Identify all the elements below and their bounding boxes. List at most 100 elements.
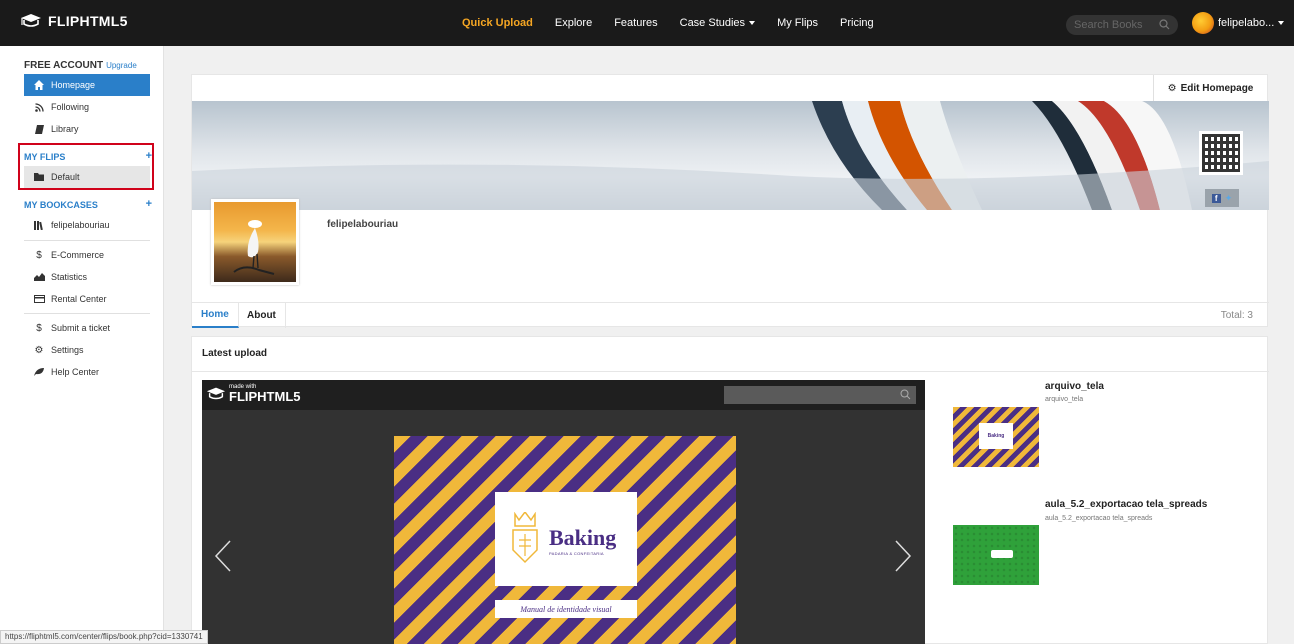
sidebar-item-library[interactable]: Library bbox=[24, 118, 150, 140]
add-bookcase-icon[interactable]: + bbox=[146, 199, 152, 210]
panel-divider bbox=[192, 371, 1269, 372]
nav-explore[interactable]: Explore bbox=[555, 17, 592, 29]
sidebar-item-bookcase[interactable]: felipelabouriau bbox=[24, 214, 150, 236]
my-flips-header: MY FLIPS + bbox=[24, 151, 152, 163]
home-icon bbox=[32, 80, 46, 90]
qr-code-pattern bbox=[1202, 134, 1240, 172]
qr-code[interactable] bbox=[1199, 131, 1243, 175]
sidebar-item-default[interactable]: Default bbox=[24, 166, 150, 188]
add-flip-icon[interactable]: + bbox=[146, 151, 152, 162]
profile-tabs: Home About Total: 3 bbox=[192, 302, 1269, 328]
tab-home[interactable]: Home bbox=[192, 303, 239, 328]
sidebar-divider bbox=[24, 240, 150, 241]
sidebar-item-rental-center[interactable]: Rental Center bbox=[24, 288, 150, 310]
sidebar-item-label: E-Commerce bbox=[51, 250, 105, 260]
nav-case-studies[interactable]: Case Studies bbox=[679, 17, 756, 29]
crown-crest-icon bbox=[512, 512, 538, 564]
share-buttons: f ✦ bbox=[1205, 189, 1239, 207]
edit-homepage-label: Edit Homepage bbox=[1180, 82, 1254, 94]
account-type: FREE ACCOUNT Upgrade bbox=[24, 60, 137, 71]
tab-about[interactable]: About bbox=[238, 303, 286, 328]
sidebar-item-homepage[interactable]: Homepage bbox=[24, 74, 150, 96]
gear-icon: ⚙ bbox=[1167, 82, 1177, 94]
nav-my-flips[interactable]: My Flips bbox=[777, 17, 818, 29]
sidebar-item-label: Following bbox=[51, 102, 90, 112]
book-icon bbox=[32, 124, 46, 134]
cover-subtitle: PADARIA & CONFEITARIA bbox=[549, 551, 604, 556]
brand-name: FLIPHTML5 bbox=[48, 13, 128, 29]
nav-quick-upload[interactable]: Quick Upload bbox=[462, 17, 533, 29]
thumbnail-label: Baking bbox=[979, 423, 1013, 449]
browser-status-url: https://fliphtml5.com/center/flips/book.… bbox=[0, 630, 208, 644]
upload-item-subtitle: aula_5.2_exportacao tela_spreads bbox=[1045, 515, 1153, 522]
my-bookcases-header: MY BOOKCASES + bbox=[24, 199, 152, 211]
previous-page-icon[interactable] bbox=[214, 540, 232, 572]
nav-pricing[interactable]: Pricing bbox=[840, 17, 874, 29]
sidebar-item-label: Rental Center bbox=[51, 294, 107, 304]
sidebar-item-label: Settings bbox=[51, 345, 84, 355]
main-nav: Quick Upload Explore Features Case Studi… bbox=[462, 0, 896, 46]
profile-picture bbox=[211, 199, 299, 285]
flipbook-viewer[interactable]: made with FLIPHTML5 Baking PADARIA & CON… bbox=[202, 380, 925, 644]
sidebar-item-submit-ticket[interactable]: $ Submit a ticket bbox=[24, 317, 150, 339]
book-cover[interactable]: Baking PADARIA & CONFEITARIA Manual de i… bbox=[394, 436, 736, 644]
viewer-logo: made with FLIPHTML5 bbox=[206, 384, 301, 403]
account-label: FREE ACCOUNT bbox=[24, 60, 104, 71]
user-name: felipelabo... bbox=[1218, 17, 1275, 29]
search-icon[interactable] bbox=[900, 389, 911, 400]
user-menu[interactable]: felipelabo... bbox=[1192, 12, 1285, 34]
sidebar-item-settings[interactable]: ⚙ Settings bbox=[24, 339, 150, 361]
edit-homepage-button[interactable]: ⚙ Edit Homepage bbox=[1153, 75, 1267, 101]
chart-icon bbox=[32, 273, 46, 281]
latest-upload-title: Latest upload bbox=[202, 348, 268, 359]
sidebar-item-label: Submit a ticket bbox=[51, 323, 111, 333]
twitter-icon[interactable]: ✦ bbox=[1225, 193, 1233, 204]
latest-upload-panel: Latest upload made with FLIPHTML5 Baking… bbox=[191, 336, 1269, 644]
upload-item-title[interactable]: aula_5.2_exportacao tela_spreads bbox=[1045, 499, 1207, 510]
profile-card: ⚙ Edit Homepage f ✦ felipelabouriau Home… bbox=[191, 74, 1269, 328]
cover-title: Baking bbox=[549, 525, 617, 550]
sidebar-item-label: Default bbox=[51, 172, 80, 182]
sidebar-item-label: Help Center bbox=[51, 367, 100, 377]
upload-item-title[interactable]: arquivo_tela bbox=[1045, 381, 1104, 392]
credit-card-icon bbox=[32, 295, 46, 303]
total-count: Total: 3 bbox=[1220, 310, 1253, 321]
leaf-icon bbox=[32, 368, 46, 376]
bookshelf-icon bbox=[32, 220, 46, 230]
sidebar-item-help-center[interactable]: Help Center bbox=[24, 361, 150, 383]
cover-banner: f ✦ bbox=[192, 101, 1269, 210]
cover-logo-card: Baking PADARIA & CONFEITARIA bbox=[495, 492, 637, 586]
nav-features[interactable]: Features bbox=[614, 17, 657, 29]
paraglider-wing-image bbox=[192, 101, 1269, 210]
search-input[interactable] bbox=[1074, 19, 1154, 31]
sidebar-item-following[interactable]: Following bbox=[24, 96, 150, 118]
gear-icon: ⚙ bbox=[34, 344, 44, 356]
thumbnail-logo bbox=[991, 550, 1013, 558]
upload-thumbnail[interactable]: Baking bbox=[953, 407, 1039, 467]
upgrade-link[interactable]: Upgrade bbox=[106, 61, 137, 70]
next-page-icon[interactable] bbox=[894, 540, 912, 572]
search-box bbox=[1066, 15, 1178, 35]
egret-image bbox=[233, 220, 275, 275]
sidebar-item-label: felipelabouriau bbox=[51, 220, 110, 230]
my-bookcases-label: MY BOOKCASES bbox=[24, 200, 98, 210]
sidebar: FREE ACCOUNT Upgrade Homepage Following L… bbox=[0, 46, 164, 644]
graduation-cap-icon bbox=[206, 387, 226, 399]
viewer-toolbar: made with FLIPHTML5 bbox=[202, 380, 925, 410]
sidebar-item-label: Homepage bbox=[51, 80, 96, 90]
dollar-icon: $ bbox=[36, 322, 42, 334]
brand-logo[interactable]: FLIPHTML5 bbox=[20, 13, 128, 29]
sidebar-item-statistics[interactable]: Statistics bbox=[24, 266, 150, 288]
graduation-cap-icon bbox=[21, 14, 41, 27]
facebook-icon[interactable]: f bbox=[1211, 193, 1221, 203]
upload-thumbnail[interactable] bbox=[953, 525, 1039, 585]
search-icon[interactable] bbox=[1159, 19, 1170, 30]
nav-case-studies-label: Case Studies bbox=[679, 17, 746, 29]
rss-icon bbox=[32, 102, 46, 112]
sidebar-item-ecommerce[interactable]: $ E-Commerce bbox=[24, 244, 150, 266]
viewer-search-input[interactable] bbox=[724, 386, 916, 404]
folder-icon bbox=[32, 173, 46, 181]
viewer-brand: FLIPHTML5 bbox=[229, 389, 301, 404]
top-navbar: FLIPHTML5 Quick Upload Explore Features … bbox=[0, 0, 1294, 46]
sidebar-item-label: Library bbox=[51, 124, 79, 134]
